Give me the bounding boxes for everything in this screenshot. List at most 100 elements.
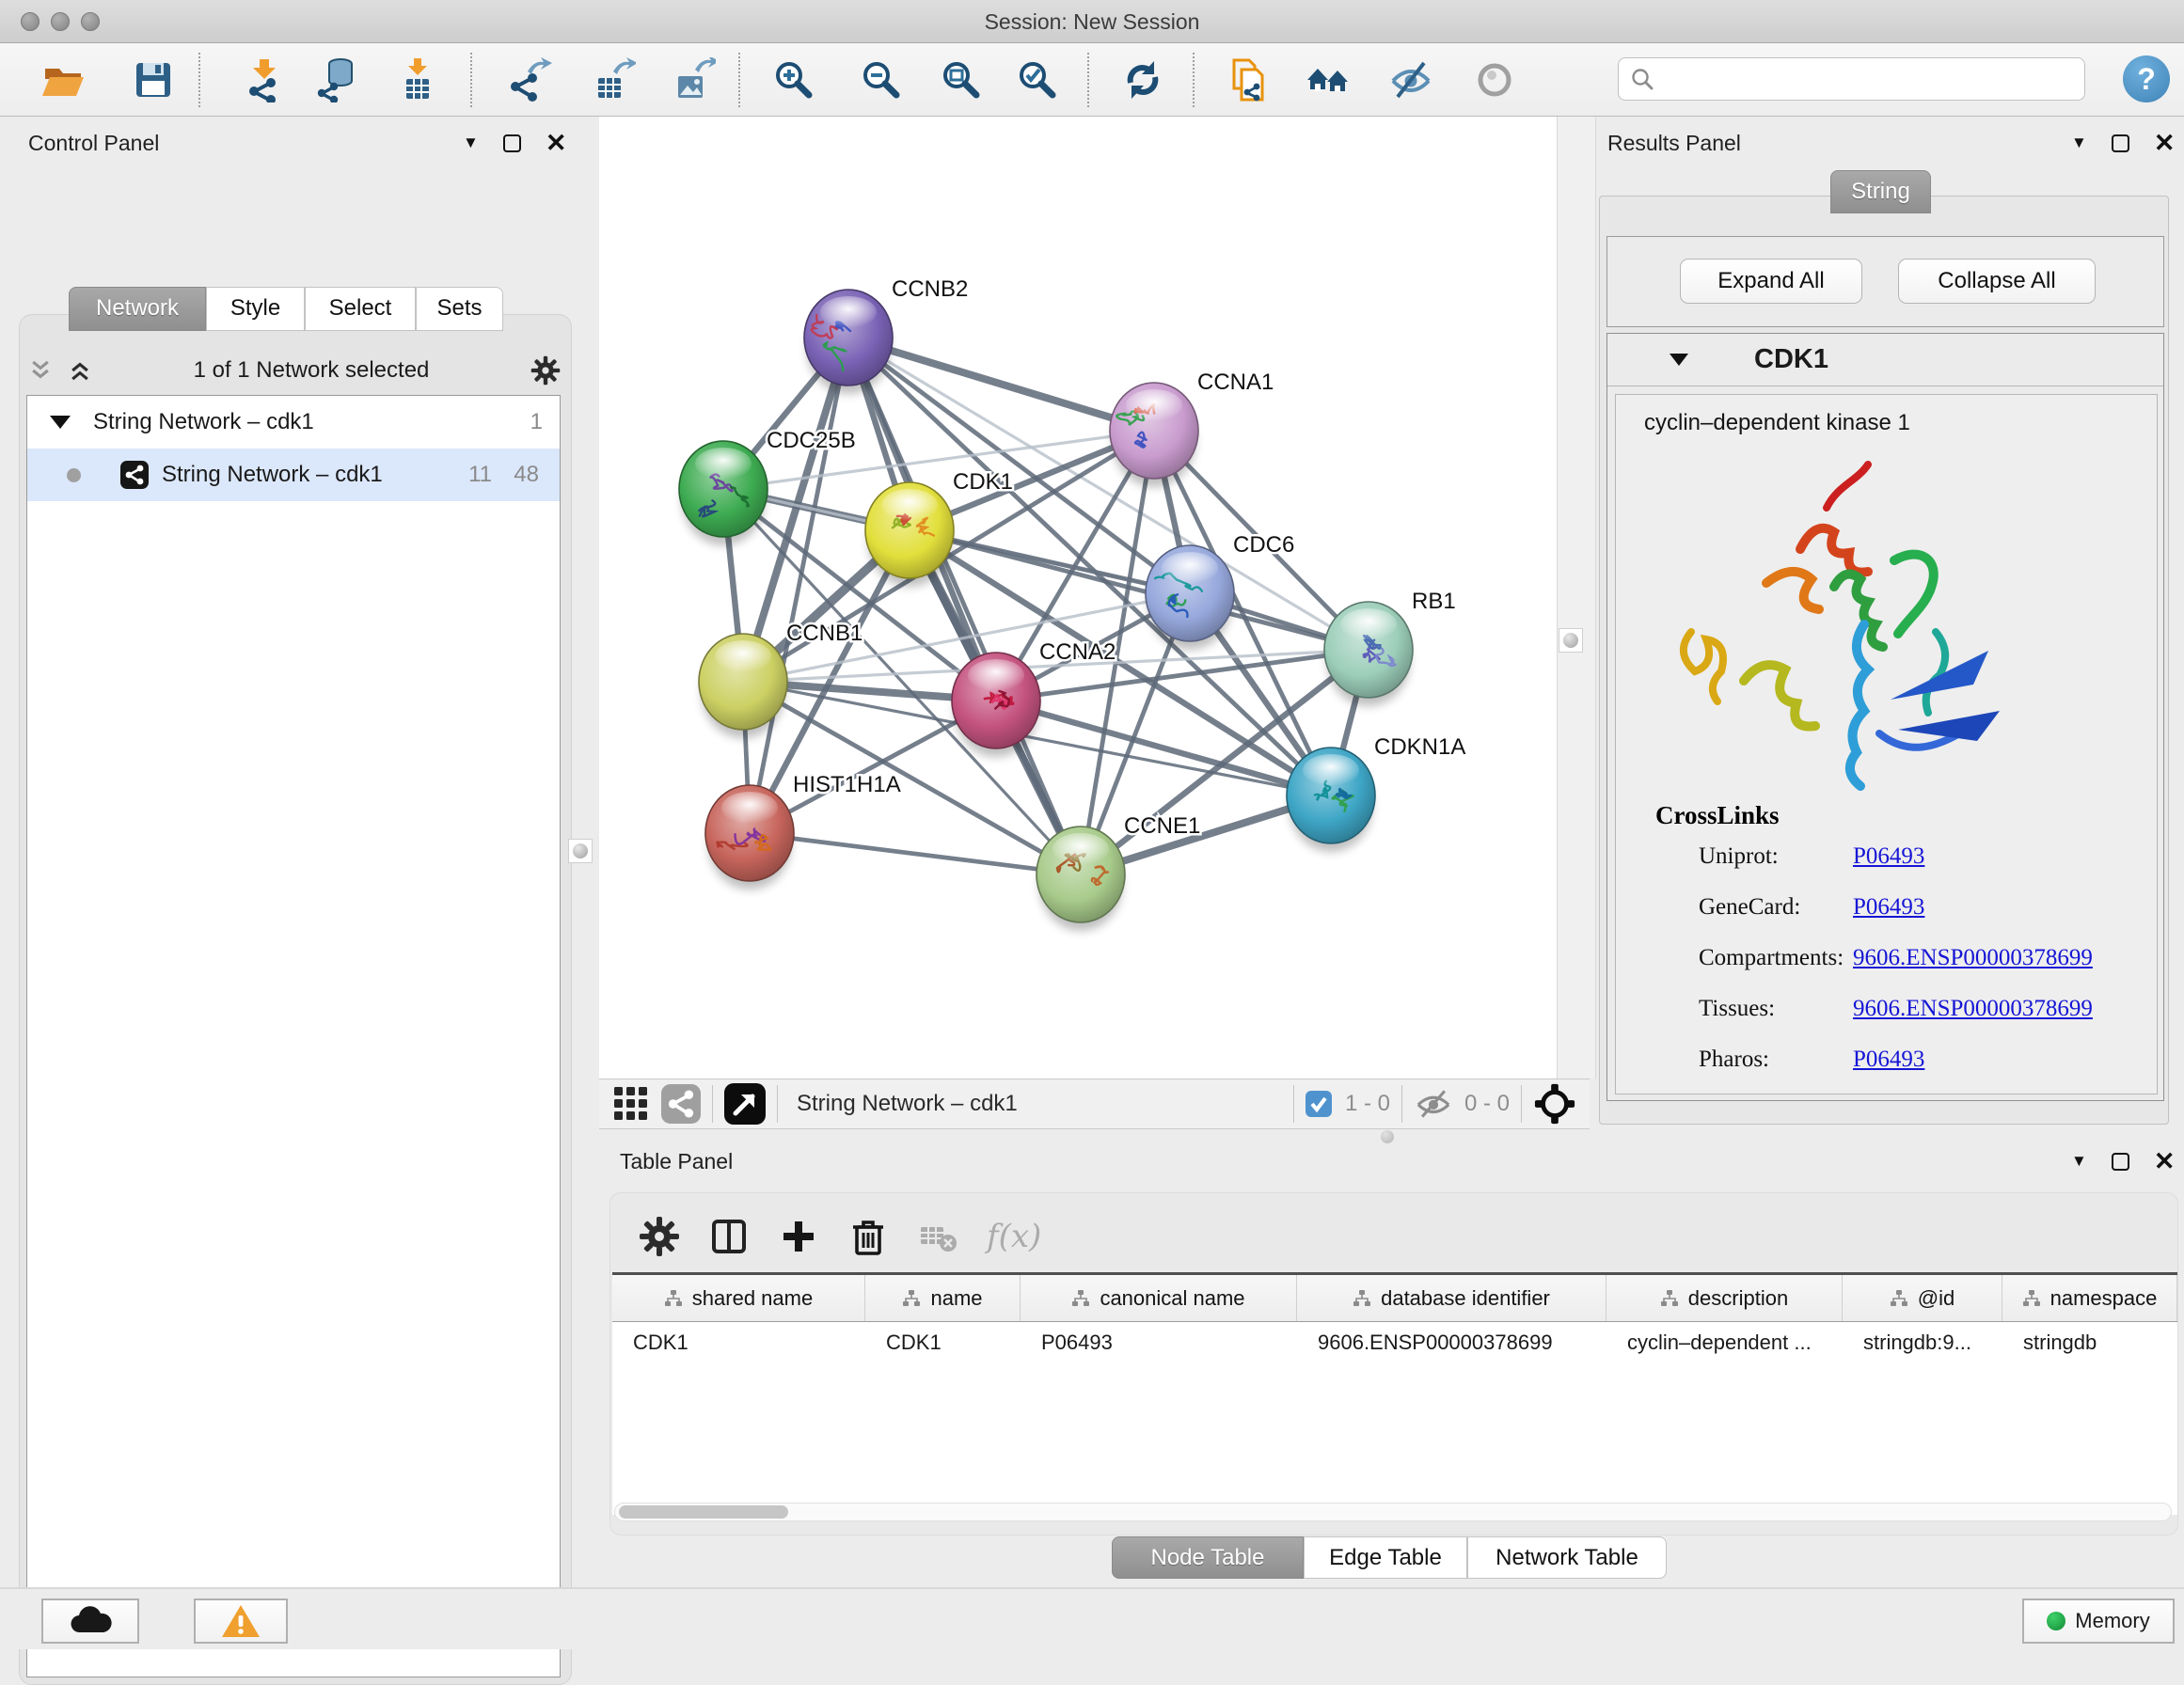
birdseye-crosshair-icon[interactable] xyxy=(1533,1082,1576,1126)
collapse-all-button[interactable]: Collapse All xyxy=(1898,259,2096,304)
network-collection-row[interactable]: String Network – cdk1 1 xyxy=(27,396,560,449)
tab-style[interactable]: Style xyxy=(206,287,305,331)
right-splitter[interactable] xyxy=(1557,117,1596,1079)
network-node-CCNB2[interactable] xyxy=(804,290,893,394)
column-header-database-identifier[interactable]: database identifier xyxy=(1297,1275,1606,1321)
add-column-icon[interactable] xyxy=(778,1216,819,1257)
panel-collapse-icon[interactable]: ▼ xyxy=(2071,134,2087,152)
zoom-fit-icon[interactable] xyxy=(935,54,988,106)
delete-column-icon[interactable] xyxy=(847,1216,889,1257)
export-network-icon[interactable] xyxy=(503,54,556,106)
tab-network-table[interactable]: Network Table xyxy=(1467,1536,1667,1579)
panel-float-icon[interactable] xyxy=(2112,1153,2129,1171)
tab-select[interactable]: Select xyxy=(305,287,416,331)
column-header-namespace[interactable]: namespace xyxy=(2002,1275,2177,1321)
import-network-icon[interactable] xyxy=(238,54,291,106)
tab-node-table[interactable]: Node Table xyxy=(1112,1536,1304,1579)
search-input[interactable] xyxy=(1664,67,2084,91)
gene-header[interactable]: CDK1 xyxy=(1607,334,2163,386)
tab-string[interactable]: String xyxy=(1830,170,1931,213)
network-node-HIST1H1A[interactable] xyxy=(705,785,794,890)
home-icon[interactable] xyxy=(1302,54,1354,106)
network-node-CCNA1[interactable] xyxy=(1110,383,1198,487)
show-hide-icon[interactable] xyxy=(1385,54,1437,106)
panel-collapse-icon[interactable]: ▼ xyxy=(2071,1152,2087,1171)
network-edge[interactable] xyxy=(910,530,1369,650)
network-node-CCNB1[interactable] xyxy=(699,634,787,738)
crosslink-link[interactable]: P06493 xyxy=(1853,843,1924,870)
left-splitter-handle[interactable] xyxy=(568,839,593,863)
network-node-RB1[interactable] xyxy=(1324,602,1413,706)
right-splitter-handle[interactable] xyxy=(1559,628,1583,653)
table-cell[interactable]: CDK1 xyxy=(612,1331,865,1355)
network-node-CDC6[interactable] xyxy=(1146,545,1234,650)
network-node-CDC25B[interactable] xyxy=(679,441,768,545)
panel-close-icon[interactable]: ✕ xyxy=(2154,1152,2176,1171)
network-canvas[interactable]: CCNB2CCNA1CDC25BCDK1CDC6RB1CCNB1CCNA2CDK… xyxy=(599,117,1557,1079)
open-in-new-icon[interactable] xyxy=(724,1083,766,1125)
crosslink-link[interactable]: 9606.ENSP00000378699 xyxy=(1853,945,2093,971)
collapse-all-icon[interactable] xyxy=(28,358,53,383)
crosslink-link[interactable]: P06493 xyxy=(1853,894,1924,921)
gene-collapse-icon[interactable] xyxy=(1670,354,1688,366)
selected-checkbox-icon[interactable] xyxy=(1306,1091,1332,1117)
expand-all-button[interactable]: Expand All xyxy=(1680,259,1862,304)
eye-icon[interactable] xyxy=(1468,54,1521,106)
import-network-database-icon[interactable] xyxy=(311,54,364,106)
refresh-icon[interactable] xyxy=(1116,54,1169,106)
panel-close-icon[interactable]: ✕ xyxy=(2154,134,2176,152)
network-node-CDK1[interactable] xyxy=(865,482,954,587)
table-cell[interactable]: CDK1 xyxy=(865,1331,1021,1355)
table-hscrollbar[interactable] xyxy=(614,1503,2172,1521)
save-session-icon[interactable] xyxy=(127,54,180,106)
cloud-button[interactable] xyxy=(41,1598,139,1644)
column-header--id[interactable]: @id xyxy=(1843,1275,2002,1321)
table-cell[interactable]: stringdb xyxy=(2002,1331,2177,1355)
table-cell[interactable]: P06493 xyxy=(1021,1331,1297,1355)
network-node-CCNE1[interactable] xyxy=(1037,827,1125,931)
panel-close-icon[interactable]: ✕ xyxy=(546,134,567,152)
table-settings-gear-icon[interactable] xyxy=(639,1216,680,1257)
expand-all-icon[interactable] xyxy=(68,358,92,383)
table-row[interactable]: CDK1CDK1P064939606.ENSP00000378699cyclin… xyxy=(612,1322,2177,1363)
network-row[interactable]: String Network – cdk1 11 48 xyxy=(27,449,560,501)
column-header-name[interactable]: name xyxy=(865,1275,1021,1321)
network-edge[interactable] xyxy=(750,833,1081,874)
panel-float-icon[interactable] xyxy=(2112,134,2129,152)
column-header-shared-name[interactable]: shared name xyxy=(612,1275,865,1321)
show-columns-icon[interactable] xyxy=(708,1216,750,1257)
tree-expand-icon[interactable] xyxy=(50,416,71,429)
grid-view-icon[interactable] xyxy=(612,1085,650,1123)
table-cell[interactable]: 9606.ENSP00000378699 xyxy=(1297,1331,1606,1355)
tab-sets[interactable]: Sets xyxy=(416,287,503,331)
hidden-eye-icon xyxy=(1414,1088,1453,1120)
panel-float-icon[interactable] xyxy=(503,134,521,152)
table-cell[interactable]: stringdb:9... xyxy=(1843,1331,2002,1355)
tab-network[interactable]: Network xyxy=(69,287,206,331)
crosslink-link[interactable]: P06493 xyxy=(1853,1047,1924,1073)
tab-edge-table[interactable]: Edge Table xyxy=(1304,1536,1467,1579)
zoom-out-icon[interactable] xyxy=(855,54,908,106)
export-image-icon[interactable] xyxy=(667,54,720,106)
column-header-description[interactable]: description xyxy=(1606,1275,1843,1321)
network-node-CDKN1A[interactable] xyxy=(1287,748,1375,852)
open-session-icon[interactable] xyxy=(37,54,89,106)
string-view-icon[interactable] xyxy=(661,1084,701,1124)
gear-icon[interactable] xyxy=(530,355,561,386)
copy-document-icon[interactable] xyxy=(1223,54,1275,106)
panel-collapse-icon[interactable]: ▼ xyxy=(463,134,479,152)
table-cell[interactable]: cyclin–dependent ... xyxy=(1606,1331,1843,1355)
scrollbar-thumb[interactable] xyxy=(619,1505,788,1519)
zoom-in-icon[interactable] xyxy=(768,54,820,106)
memory-button[interactable]: Memory xyxy=(2022,1598,2175,1644)
crosslink-link[interactable]: 9606.ENSP00000378699 xyxy=(1853,996,2093,1022)
network-edge[interactable] xyxy=(750,338,848,833)
import-table-icon[interactable] xyxy=(391,54,444,106)
column-header-canonical-name[interactable]: canonical name xyxy=(1021,1275,1297,1321)
help-icon[interactable]: ? xyxy=(2123,55,2170,102)
warnings-button[interactable] xyxy=(194,1598,288,1644)
zoom-selected-icon[interactable] xyxy=(1011,54,1064,106)
network-node-CCNA2[interactable] xyxy=(952,653,1040,757)
string-network-graph[interactable]: CCNB2CCNA1CDC25BCDK1CDC6RB1CCNB1CCNA2CDK… xyxy=(599,117,1557,1079)
export-table-icon[interactable] xyxy=(587,54,640,106)
